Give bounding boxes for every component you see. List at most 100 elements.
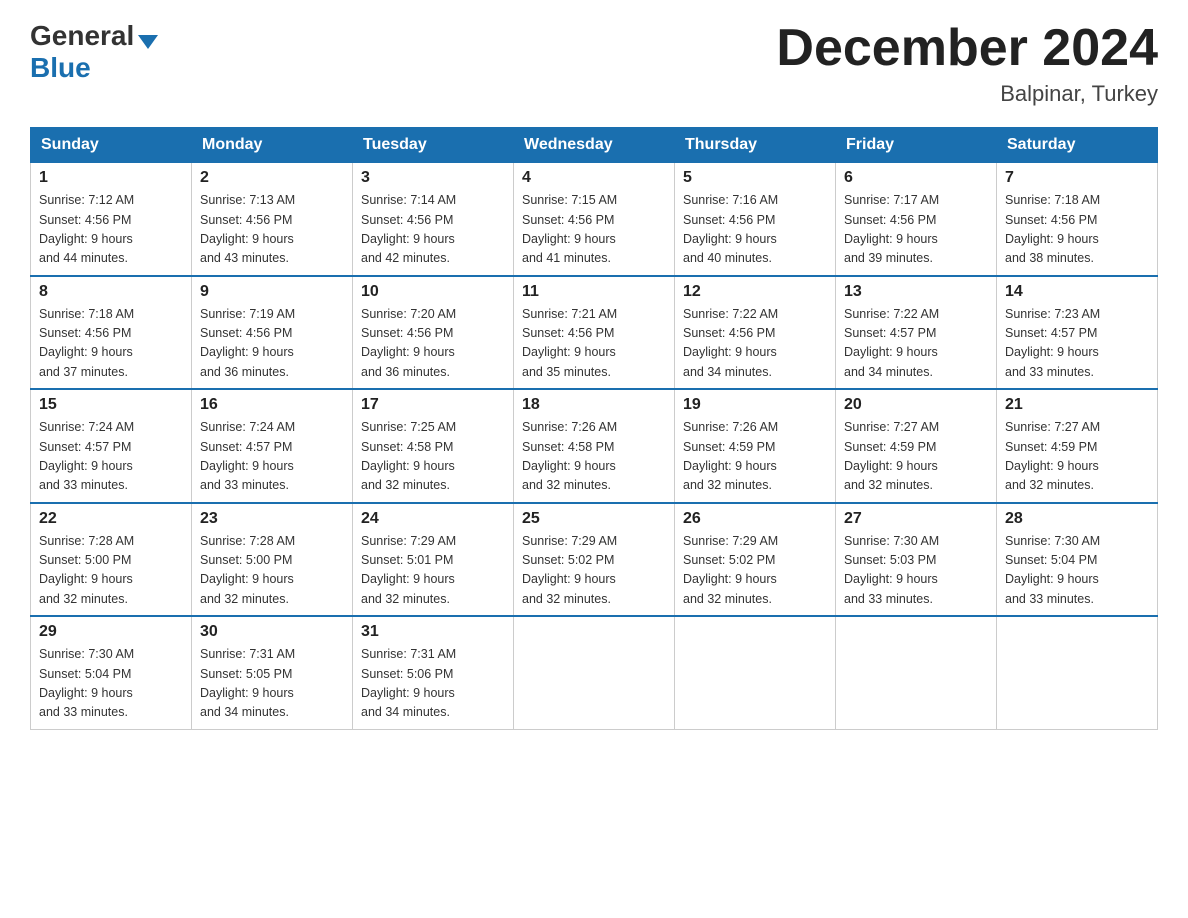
header-sunday: Sunday [31,128,192,163]
table-row: 3 Sunrise: 7:14 AM Sunset: 4:56 PM Dayli… [353,163,514,276]
day-info: Sunrise: 7:22 AM Sunset: 4:57 PM Dayligh… [844,305,988,383]
header-monday: Monday [192,128,353,163]
day-info: Sunrise: 7:27 AM Sunset: 4:59 PM Dayligh… [1005,418,1149,496]
day-number: 18 [522,396,666,414]
calendar-week-row: 8 Sunrise: 7:18 AM Sunset: 4:56 PM Dayli… [31,276,1158,390]
page-header: General Blue December 2024 Balpinar, Tur… [30,20,1158,107]
day-info: Sunrise: 7:14 AM Sunset: 4:56 PM Dayligh… [361,191,505,269]
table-row: 8 Sunrise: 7:18 AM Sunset: 4:56 PM Dayli… [31,276,192,390]
table-row: 11 Sunrise: 7:21 AM Sunset: 4:56 PM Dayl… [514,276,675,390]
day-number: 23 [200,510,344,528]
day-number: 16 [200,396,344,414]
day-number: 30 [200,623,344,641]
table-row: 1 Sunrise: 7:12 AM Sunset: 4:56 PM Dayli… [31,163,192,276]
day-number: 7 [1005,169,1149,187]
day-number: 21 [1005,396,1149,414]
day-info: Sunrise: 7:22 AM Sunset: 4:56 PM Dayligh… [683,305,827,383]
title-block: December 2024 Balpinar, Turkey [776,20,1158,107]
day-number: 13 [844,283,988,301]
table-row: 15 Sunrise: 7:24 AM Sunset: 4:57 PM Dayl… [31,389,192,503]
table-row: 12 Sunrise: 7:22 AM Sunset: 4:56 PM Dayl… [675,276,836,390]
table-row: 21 Sunrise: 7:27 AM Sunset: 4:59 PM Dayl… [997,389,1158,503]
day-info: Sunrise: 7:29 AM Sunset: 5:02 PM Dayligh… [683,532,827,610]
table-row: 5 Sunrise: 7:16 AM Sunset: 4:56 PM Dayli… [675,163,836,276]
day-info: Sunrise: 7:30 AM Sunset: 5:04 PM Dayligh… [39,645,183,723]
table-row: 24 Sunrise: 7:29 AM Sunset: 5:01 PM Dayl… [353,503,514,617]
day-number: 15 [39,396,183,414]
day-number: 6 [844,169,988,187]
day-number: 2 [200,169,344,187]
header-thursday: Thursday [675,128,836,163]
table-row: 13 Sunrise: 7:22 AM Sunset: 4:57 PM Dayl… [836,276,997,390]
day-info: Sunrise: 7:16 AM Sunset: 4:56 PM Dayligh… [683,191,827,269]
table-row [675,616,836,729]
table-row: 17 Sunrise: 7:25 AM Sunset: 4:58 PM Dayl… [353,389,514,503]
day-info: Sunrise: 7:18 AM Sunset: 4:56 PM Dayligh… [39,305,183,383]
day-info: Sunrise: 7:12 AM Sunset: 4:56 PM Dayligh… [39,191,183,269]
day-info: Sunrise: 7:28 AM Sunset: 5:00 PM Dayligh… [39,532,183,610]
header-tuesday: Tuesday [353,128,514,163]
table-row: 26 Sunrise: 7:29 AM Sunset: 5:02 PM Dayl… [675,503,836,617]
day-info: Sunrise: 7:24 AM Sunset: 4:57 PM Dayligh… [200,418,344,496]
day-info: Sunrise: 7:25 AM Sunset: 4:58 PM Dayligh… [361,418,505,496]
table-row: 31 Sunrise: 7:31 AM Sunset: 5:06 PM Dayl… [353,616,514,729]
table-row: 18 Sunrise: 7:26 AM Sunset: 4:58 PM Dayl… [514,389,675,503]
day-number: 27 [844,510,988,528]
day-info: Sunrise: 7:31 AM Sunset: 5:06 PM Dayligh… [361,645,505,723]
table-row: 10 Sunrise: 7:20 AM Sunset: 4:56 PM Dayl… [353,276,514,390]
day-number: 4 [522,169,666,187]
header-saturday: Saturday [997,128,1158,163]
table-row [836,616,997,729]
day-info: Sunrise: 7:29 AM Sunset: 5:02 PM Dayligh… [522,532,666,610]
day-info: Sunrise: 7:19 AM Sunset: 4:56 PM Dayligh… [200,305,344,383]
day-info: Sunrise: 7:13 AM Sunset: 4:56 PM Dayligh… [200,191,344,269]
logo-blue-text: Blue [30,52,91,83]
day-number: 19 [683,396,827,414]
day-info: Sunrise: 7:29 AM Sunset: 5:01 PM Dayligh… [361,532,505,610]
day-info: Sunrise: 7:31 AM Sunset: 5:05 PM Dayligh… [200,645,344,723]
calendar-table: Sunday Monday Tuesday Wednesday Thursday… [30,127,1158,730]
day-number: 31 [361,623,505,641]
table-row: 2 Sunrise: 7:13 AM Sunset: 4:56 PM Dayli… [192,163,353,276]
day-number: 22 [39,510,183,528]
day-number: 10 [361,283,505,301]
day-number: 29 [39,623,183,641]
day-number: 25 [522,510,666,528]
calendar-week-row: 22 Sunrise: 7:28 AM Sunset: 5:00 PM Dayl… [31,503,1158,617]
day-info: Sunrise: 7:26 AM Sunset: 4:59 PM Dayligh… [683,418,827,496]
day-number: 12 [683,283,827,301]
day-number: 1 [39,169,183,187]
day-info: Sunrise: 7:28 AM Sunset: 5:00 PM Dayligh… [200,532,344,610]
table-row: 9 Sunrise: 7:19 AM Sunset: 4:56 PM Dayli… [192,276,353,390]
table-row: 4 Sunrise: 7:15 AM Sunset: 4:56 PM Dayli… [514,163,675,276]
day-info: Sunrise: 7:20 AM Sunset: 4:56 PM Dayligh… [361,305,505,383]
day-info: Sunrise: 7:21 AM Sunset: 4:56 PM Dayligh… [522,305,666,383]
day-number: 14 [1005,283,1149,301]
calendar-week-row: 29 Sunrise: 7:30 AM Sunset: 5:04 PM Dayl… [31,616,1158,729]
table-row: 25 Sunrise: 7:29 AM Sunset: 5:02 PM Dayl… [514,503,675,617]
table-row: 29 Sunrise: 7:30 AM Sunset: 5:04 PM Dayl… [31,616,192,729]
table-row: 14 Sunrise: 7:23 AM Sunset: 4:57 PM Dayl… [997,276,1158,390]
day-number: 17 [361,396,505,414]
header-wednesday: Wednesday [514,128,675,163]
logo-general-text: General [30,20,134,52]
table-row: 20 Sunrise: 7:27 AM Sunset: 4:59 PM Dayl… [836,389,997,503]
table-row: 19 Sunrise: 7:26 AM Sunset: 4:59 PM Dayl… [675,389,836,503]
day-info: Sunrise: 7:30 AM Sunset: 5:03 PM Dayligh… [844,532,988,610]
table-row: 16 Sunrise: 7:24 AM Sunset: 4:57 PM Dayl… [192,389,353,503]
table-row [514,616,675,729]
day-info: Sunrise: 7:15 AM Sunset: 4:56 PM Dayligh… [522,191,666,269]
day-number: 5 [683,169,827,187]
day-info: Sunrise: 7:24 AM Sunset: 4:57 PM Dayligh… [39,418,183,496]
table-row: 7 Sunrise: 7:18 AM Sunset: 4:56 PM Dayli… [997,163,1158,276]
logo: General Blue [30,20,158,84]
day-info: Sunrise: 7:23 AM Sunset: 4:57 PM Dayligh… [1005,305,1149,383]
header-friday: Friday [836,128,997,163]
location: Balpinar, Turkey [776,81,1158,107]
day-number: 11 [522,283,666,301]
day-number: 8 [39,283,183,301]
table-row: 28 Sunrise: 7:30 AM Sunset: 5:04 PM Dayl… [997,503,1158,617]
day-info: Sunrise: 7:26 AM Sunset: 4:58 PM Dayligh… [522,418,666,496]
table-row: 27 Sunrise: 7:30 AM Sunset: 5:03 PM Dayl… [836,503,997,617]
table-row: 23 Sunrise: 7:28 AM Sunset: 5:00 PM Dayl… [192,503,353,617]
